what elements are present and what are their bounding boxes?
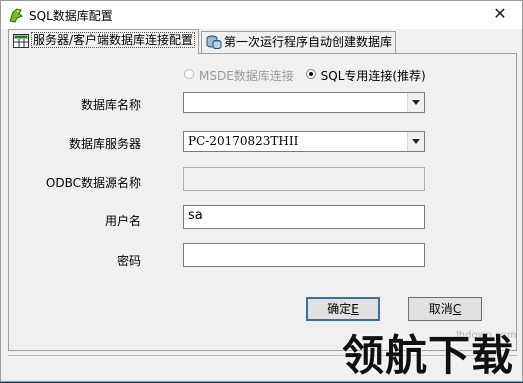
app-icon <box>9 8 24 23</box>
title-bar: SQL数据库配置 ✕ <box>1 1 522 29</box>
cancel-button[interactable]: 取消C <box>408 297 482 321</box>
chevron-down-icon[interactable] <box>407 93 424 112</box>
db-name-label: 数据库名称 <box>80 98 141 112</box>
database-cylinder-icon <box>206 35 222 49</box>
tab-server-client-config[interactable]: 服务器/客户端数据库连接配置 <box>8 29 199 54</box>
username-field[interactable]: sa <box>183 205 425 229</box>
config-panel: MSDE数据库连接 SQL专用连接(推荐) 数据库名称 数据库服务器 PC-20… <box>8 53 517 351</box>
sql-connection-radio[interactable]: SQL专用连接(推荐) <box>305 67 426 84</box>
odbc-field <box>183 167 425 191</box>
password-label: 密码 <box>116 254 141 268</box>
server-label: 数据库服务器 <box>68 137 141 151</box>
odbc-label: ODBC数据源名称 <box>45 176 141 190</box>
password-field[interactable] <box>183 243 425 267</box>
ok-button[interactable]: 确定E <box>306 297 380 321</box>
tab-label: 第一次运行程序自动创建数据库 <box>224 35 393 49</box>
chevron-down-icon[interactable] <box>407 132 424 151</box>
tab-auto-create-database[interactable]: 第一次运行程序自动创建数据库 <box>201 31 396 53</box>
msde-connection-radio[interactable]: MSDE数据库连接 <box>184 67 294 84</box>
db-name-select[interactable] <box>183 92 425 113</box>
connection-type-group: MSDE数据库连接 SQL专用连接(推荐) <box>184 67 434 84</box>
close-button[interactable]: ✕ <box>478 1 522 29</box>
server-select[interactable]: PC-20170823THII <box>183 131 425 152</box>
window-title: SQL数据库配置 <box>29 9 113 23</box>
database-grid-icon <box>13 34 29 48</box>
radio-dot <box>184 69 194 79</box>
radio-dot <box>305 69 316 79</box>
tab-label: 服务器/客户端数据库连接配置 <box>31 32 196 48</box>
watermark-logo: 领航下载 <box>342 331 515 380</box>
username-label: 用户名 <box>104 214 141 228</box>
tab-strip: 服务器/客户端数据库连接配置 第一次运行程序自动创建数据库 <box>8 29 518 54</box>
